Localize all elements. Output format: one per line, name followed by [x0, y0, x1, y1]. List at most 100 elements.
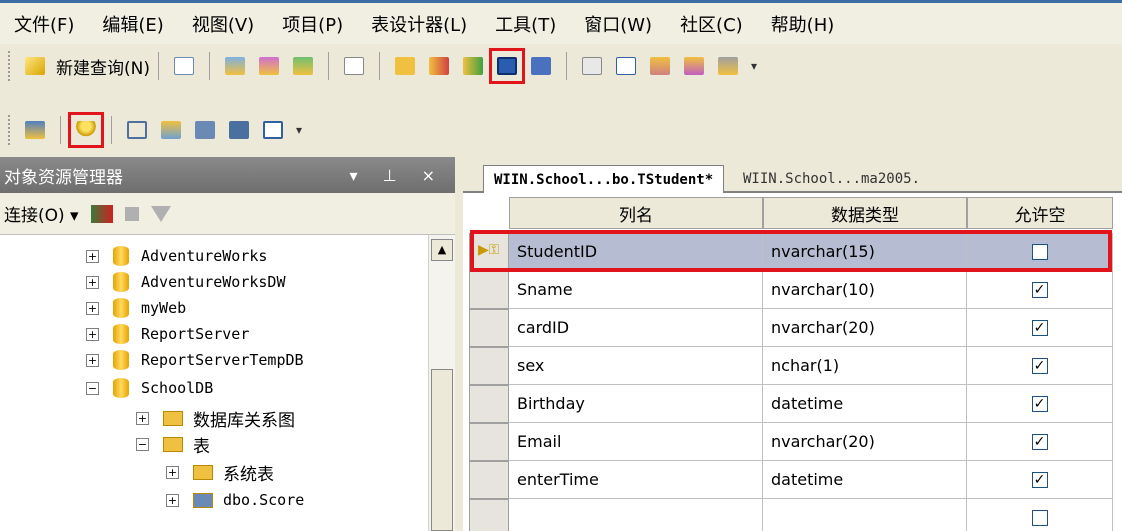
dmx-query-icon[interactable]	[256, 53, 282, 79]
save-all-icon[interactable]	[528, 53, 554, 79]
xmla-query-icon[interactable]	[290, 53, 316, 79]
row-selector[interactable]	[469, 309, 509, 347]
allow-nulls-checkbox[interactable]: ✓	[1031, 471, 1048, 488]
cell-data-type[interactable]: nchar(1)	[763, 347, 967, 385]
connect-button[interactable]: 连接(O) ▾	[4, 201, 79, 226]
row-selector[interactable]	[469, 271, 509, 309]
cell-column-name[interactable]: cardID	[509, 309, 763, 347]
cell-column-name[interactable]: Sname	[509, 271, 763, 309]
cell-column-name[interactable]	[509, 499, 763, 531]
new-file-icon[interactable]	[171, 53, 197, 79]
check-constraints-icon[interactable]	[260, 117, 286, 143]
cell-data-type[interactable]: datetime	[763, 385, 967, 423]
menu-file[interactable]: 文件(F)	[14, 11, 74, 37]
generate-change-script-icon[interactable]	[22, 117, 48, 143]
tree-node[interactable]: − SchoolDB	[86, 375, 213, 401]
new-query-button[interactable]: 新建查询(N)	[56, 54, 150, 79]
menu-project[interactable]: 项目(P)	[282, 11, 343, 37]
tree-node[interactable]: + dbo.Score	[166, 487, 304, 513]
cell-allow-nulls[interactable]: ✓	[967, 385, 1113, 423]
cell-allow-nulls[interactable]: ✓	[967, 309, 1113, 347]
tree-node[interactable]: + AdventureWorksDW	[86, 269, 286, 295]
panel-controls[interactable]: ▾ ⊥ ×	[349, 166, 445, 185]
tree-node[interactable]: + 数据库关系图	[136, 405, 295, 431]
toolbar-grip[interactable]	[8, 115, 12, 145]
expand-icon[interactable]: +	[86, 249, 99, 263]
cell-column-name[interactable]: sex	[509, 347, 763, 385]
tab-tstudent[interactable]: WIIN.School...bo.TStudent*	[483, 165, 725, 193]
add-project-icon[interactable]	[460, 53, 486, 79]
cell-allow-nulls[interactable]	[967, 499, 1113, 531]
set-primary-key-icon[interactable]	[68, 112, 104, 148]
registered-servers-icon[interactable]	[613, 53, 639, 79]
expand-icon[interactable]: +	[166, 493, 179, 507]
collapse-icon[interactable]: −	[136, 437, 149, 451]
filter-icon[interactable]	[150, 205, 171, 222]
open-project-icon[interactable]	[426, 53, 452, 79]
scroll-up-icon[interactable]: ▲	[431, 239, 453, 261]
allow-nulls-checkbox[interactable]: ✓	[1031, 395, 1048, 412]
new-query-icon[interactable]	[22, 53, 48, 79]
tree-node[interactable]: + ReportServer	[86, 321, 249, 347]
cell-allow-nulls[interactable]: ✓	[967, 461, 1113, 499]
allow-nulls-checkbox[interactable]: ✓	[1031, 433, 1048, 450]
cell-allow-nulls[interactable]: ✓	[967, 347, 1113, 385]
expand-icon[interactable]: +	[86, 353, 99, 367]
collapse-icon[interactable]: −	[86, 381, 99, 395]
row-selector[interactable]	[469, 499, 509, 531]
menu-tools[interactable]: 工具(T)	[495, 11, 556, 37]
row-selector[interactable]	[469, 347, 509, 385]
disconnect-icon[interactable]	[90, 204, 113, 223]
ce-query-icon[interactable]	[341, 53, 367, 79]
row-selector[interactable]	[469, 461, 509, 499]
tree-node[interactable]: + myWeb	[86, 295, 186, 321]
tree-node[interactable]: + 系统表	[166, 459, 274, 485]
expand-icon[interactable]: +	[166, 465, 179, 479]
allow-nulls-checkbox[interactable]	[1031, 509, 1048, 526]
menu-view[interactable]: 视图(V)	[192, 11, 254, 37]
expand-icon[interactable]: +	[136, 411, 149, 425]
cell-data-type[interactable]: nvarchar(20)	[763, 309, 967, 347]
cell-column-name[interactable]: enterTime	[509, 461, 763, 499]
manage-indexes-icon[interactable]	[158, 117, 184, 143]
open-file-icon[interactable]	[392, 53, 418, 79]
xml-index-icon[interactable]	[226, 117, 252, 143]
cell-column-name[interactable]: Birthday	[509, 385, 763, 423]
save-icon[interactable]	[488, 48, 525, 84]
mdx-query-icon[interactable]	[222, 53, 248, 79]
menu-window[interactable]: 窗口(W)	[584, 11, 652, 37]
expand-icon[interactable]: +	[86, 327, 99, 341]
cell-data-type[interactable]: nvarchar(10)	[763, 271, 967, 309]
row-selector[interactable]	[469, 423, 509, 461]
relationships-icon[interactable]	[124, 117, 150, 143]
tree-node[interactable]: + ReportServerTempDB	[86, 347, 304, 373]
allow-nulls-checkbox[interactable]: ✓	[1031, 357, 1048, 374]
allow-nulls-checkbox[interactable]: ✓	[1031, 281, 1048, 298]
tree-node[interactable]: − 表	[136, 431, 210, 457]
allow-nulls-checkbox[interactable]: ✓	[1031, 319, 1048, 336]
stop-icon[interactable]	[124, 206, 139, 221]
cell-data-type[interactable]: nvarchar(20)	[763, 423, 967, 461]
toolbar-grip[interactable]	[8, 51, 12, 81]
cell-data-type[interactable]	[763, 499, 967, 531]
cell-column-name[interactable]: Email	[509, 423, 763, 461]
toolbar-overflow-icon[interactable]: ▾	[296, 123, 302, 137]
scroll-thumb[interactable]	[431, 369, 453, 531]
tab-other[interactable]: WIIN.School...ma2005.	[733, 165, 930, 193]
tree-scrollbar[interactable]: ▲	[428, 235, 455, 531]
cell-allow-nulls[interactable]: ✓	[967, 271, 1113, 309]
menu-edit[interactable]: 编辑(E)	[102, 11, 163, 37]
solution-explorer-icon[interactable]	[715, 53, 741, 79]
row-selector[interactable]	[469, 385, 509, 423]
object-explorer-icon[interactable]	[647, 53, 673, 79]
tree-node[interactable]: + AdventureWorks	[86, 243, 267, 269]
toolbar-overflow-icon[interactable]: ▾	[751, 59, 757, 73]
properties-icon[interactable]	[579, 53, 605, 79]
menu-table-designer[interactable]: 表设计器(L)	[371, 11, 467, 37]
fulltext-index-icon[interactable]	[192, 117, 218, 143]
menu-help[interactable]: 帮助(H)	[771, 11, 835, 37]
expand-icon[interactable]: +	[86, 301, 99, 315]
cell-allow-nulls[interactable]: ✓	[967, 423, 1113, 461]
menu-community[interactable]: 社区(C)	[680, 11, 743, 37]
template-explorer-icon[interactable]	[681, 53, 707, 79]
